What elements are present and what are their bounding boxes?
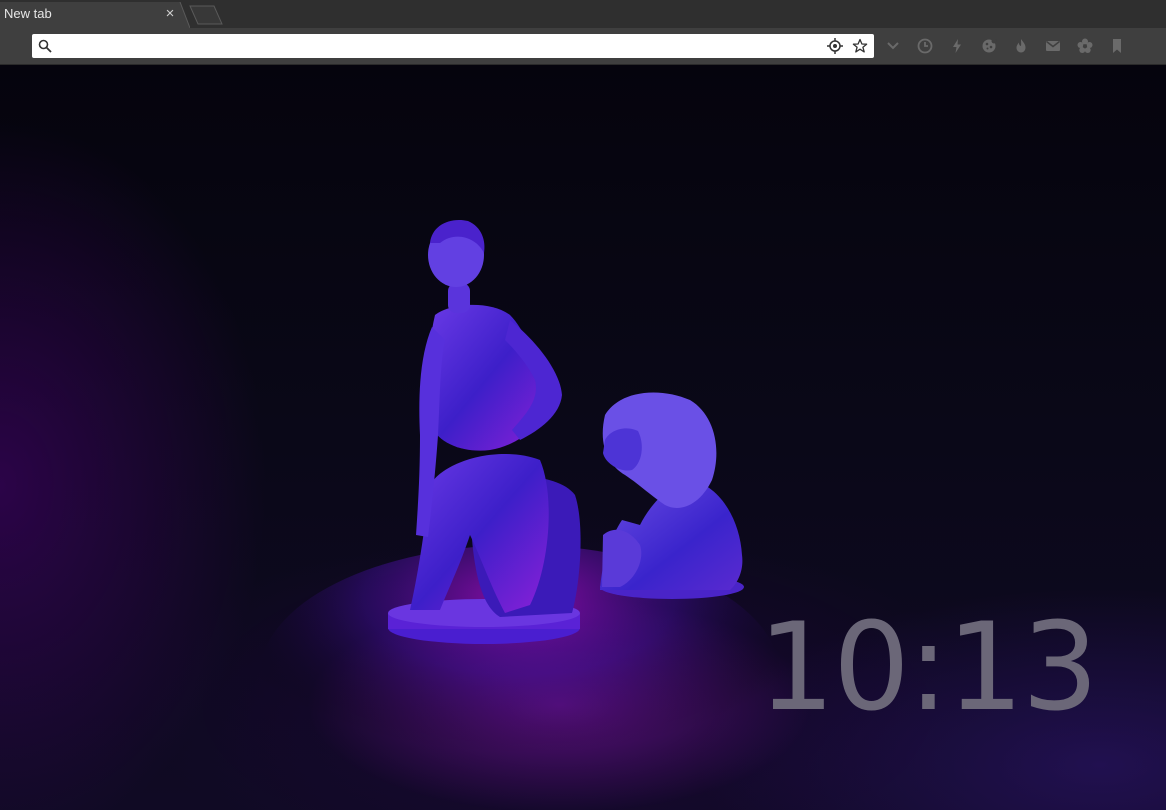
toolbar	[0, 28, 1166, 65]
bookmark-star-icon[interactable]	[852, 38, 868, 54]
seated-statue	[388, 219, 581, 644]
address-input[interactable]	[56, 36, 820, 58]
tab-new-tab[interactable]: New tab ×	[0, 2, 180, 28]
lightning-icon[interactable]	[948, 37, 966, 55]
lion-statue	[600, 392, 744, 599]
mail-icon[interactable]	[1044, 37, 1062, 55]
clock-time: 10:13	[758, 597, 1099, 738]
address-bar[interactable]	[32, 34, 874, 58]
tab-strip: New tab ×	[0, 0, 1166, 28]
gear-flower-icon[interactable]	[1076, 37, 1094, 55]
close-icon[interactable]: ×	[162, 6, 178, 22]
tab-title: New tab	[4, 6, 52, 21]
bookmark-icon[interactable]	[1108, 37, 1126, 55]
cookie-icon[interactable]	[980, 37, 998, 55]
tab-edge	[178, 2, 190, 28]
flame-icon[interactable]	[1012, 37, 1030, 55]
new-tab-background: 10:13	[0, 65, 1166, 810]
new-tab-button[interactable]	[188, 5, 224, 25]
clock-icon[interactable]	[916, 37, 934, 55]
search-icon	[38, 39, 52, 53]
chevron-down-icon[interactable]	[884, 37, 902, 55]
location-target-icon[interactable]	[827, 38, 843, 54]
